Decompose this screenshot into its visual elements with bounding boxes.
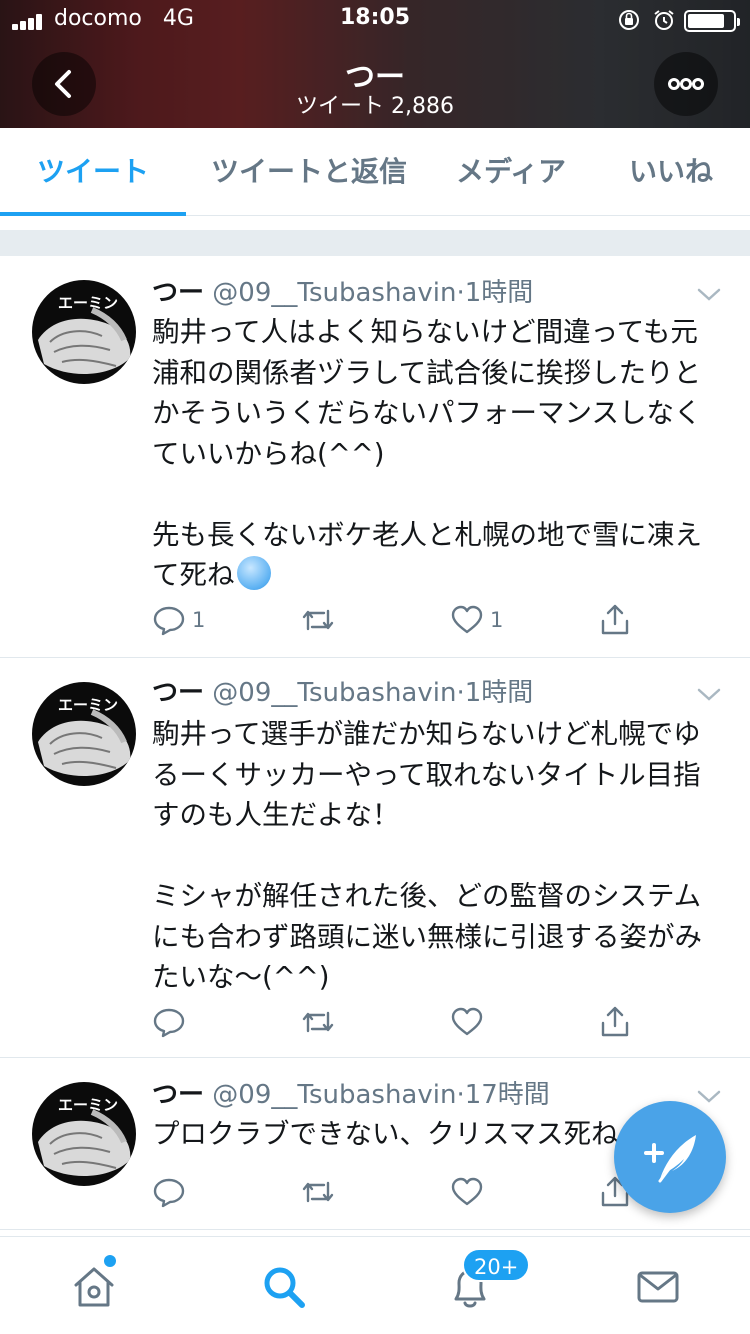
- retweet-button[interactable]: [300, 1174, 336, 1210]
- tweet-actions: [152, 1004, 652, 1040]
- more-options-button[interactable]: [654, 52, 718, 116]
- reply-icon: [153, 1178, 185, 1208]
- tweet-separator: ·: [456, 1080, 465, 1110]
- timeline-separator: [0, 230, 750, 256]
- tweet-actions: [152, 1174, 652, 1210]
- profile-tabs: ツイート ツイートと返信 メディア いいね: [0, 128, 750, 216]
- reply-count: 1: [192, 608, 206, 632]
- avatar[interactable]: エーミン: [32, 1082, 136, 1186]
- tab-likes[interactable]: いいね: [610, 128, 732, 216]
- profile-header-banner: docomo 4G 18:05 つー ツイート 2,886: [0, 0, 750, 128]
- tweet-separator: ·: [456, 678, 465, 708]
- tweet-author-name[interactable]: つー: [152, 278, 204, 308]
- chevron-down-icon[interactable]: [696, 286, 722, 304]
- home-new-indicator: [104, 1255, 116, 1267]
- tweet-header: つー @09__Tsubashavin·1時間: [152, 276, 533, 310]
- tweet-author-name[interactable]: つー: [152, 1080, 204, 1110]
- tweet-timestamp: 1時間: [464, 278, 534, 308]
- status-bar: docomo 4G 18:05: [0, 0, 750, 40]
- avatar[interactable]: エーミン: [32, 682, 136, 786]
- tweet-item[interactable]: エーミン つー @09__Tsubashavin·1時間 駒井って選手が誰だか知…: [0, 658, 750, 1058]
- heart-icon: [451, 1007, 483, 1036]
- retweet-button[interactable]: [300, 602, 336, 638]
- search-icon: [264, 1267, 305, 1308]
- bottom-tab-bar: [0, 1236, 750, 1334]
- share-icon: [601, 1006, 629, 1037]
- tweet-author-handle: @09__Tsubashavin: [212, 678, 457, 708]
- chevron-down-icon[interactable]: [696, 686, 722, 704]
- notifications-badge: 20+: [462, 1248, 531, 1282]
- avatar-label: エーミン: [58, 294, 119, 312]
- battery-icon: [684, 10, 740, 32]
- share-icon: [601, 604, 629, 635]
- tab-tweets-and-replies[interactable]: ツイートと返信: [196, 128, 422, 216]
- orientation-lock-icon: [619, 10, 639, 30]
- like-count: 1: [490, 608, 504, 632]
- tweet-text: 駒井って選手が誰だか知らないけど札幌でゆるーくサッカーやって取れないタイトル目指…: [152, 718, 702, 993]
- twitter-profile-screen: docomo 4G 18:05 つー ツイート 2,886 ツイート ツイートと…: [0, 0, 750, 1334]
- heart-icon: [451, 1177, 483, 1206]
- share-button[interactable]: [598, 1004, 632, 1040]
- reply-icon: [153, 606, 185, 636]
- mail-icon: [637, 1271, 679, 1303]
- retweet-icon: [302, 1011, 334, 1033]
- avatar-label: エーミン: [58, 1096, 119, 1114]
- freezing-face-emoji: [236, 556, 271, 590]
- like-button[interactable]: [450, 1174, 484, 1210]
- compose-tweet-button[interactable]: [614, 1101, 726, 1213]
- avatar[interactable]: エーミン: [32, 280, 136, 384]
- reply-button[interactable]: 1: [152, 602, 205, 638]
- reply-button[interactable]: [152, 1004, 186, 1040]
- tweet-timestamp: 1時間: [464, 678, 534, 708]
- tweet-count: ツイート 2,886: [296, 94, 454, 119]
- tweet-author-handle: @09__Tsubashavin: [212, 1080, 457, 1110]
- tweet-separator: ·: [456, 278, 465, 308]
- tweet-text: 駒井って人はよく知らないけど間違っても元浦和の関係者ヅラして試合後に挨拶したりと…: [152, 316, 702, 591]
- tweet-author-handle: @09__Tsubashavin: [212, 278, 457, 308]
- tweet-header: つー @09__Tsubashavin·1時間: [152, 676, 533, 710]
- tab-media[interactable]: メディア: [436, 128, 586, 216]
- more-dots-icon: [668, 78, 704, 90]
- heart-icon: [451, 605, 483, 634]
- home-icon: [74, 1267, 114, 1307]
- retweet-icon: [302, 609, 334, 631]
- reply-button[interactable]: [152, 1174, 186, 1210]
- alarm-icon: [654, 10, 674, 30]
- tweet-actions: 1 1: [152, 602, 652, 638]
- active-tab-indicator: [0, 212, 186, 216]
- retweet-button[interactable]: [300, 1004, 336, 1040]
- tweet-timestamp: 17時間: [464, 1080, 550, 1110]
- reply-icon: [153, 1008, 185, 1038]
- like-button[interactable]: 1: [450, 602, 503, 638]
- tab-search[interactable]: [256, 1259, 312, 1315]
- tab-home[interactable]: [66, 1259, 122, 1315]
- tab-tweets[interactable]: ツイート: [0, 128, 186, 216]
- tweet-author-name[interactable]: つー: [152, 678, 204, 708]
- tab-messages[interactable]: [630, 1259, 686, 1315]
- share-button[interactable]: [598, 602, 632, 638]
- tweet-header: つー @09__Tsubashavin·17時間: [152, 1078, 550, 1112]
- retweet-icon: [302, 1181, 334, 1203]
- tweet-item[interactable]: エーミン つー @09__Tsubashavin·1時間 駒井って人はよく知らな…: [0, 256, 750, 658]
- avatar-label: エーミン: [58, 696, 119, 714]
- compose-feather-icon: [644, 1135, 696, 1183]
- like-button[interactable]: [450, 1004, 484, 1040]
